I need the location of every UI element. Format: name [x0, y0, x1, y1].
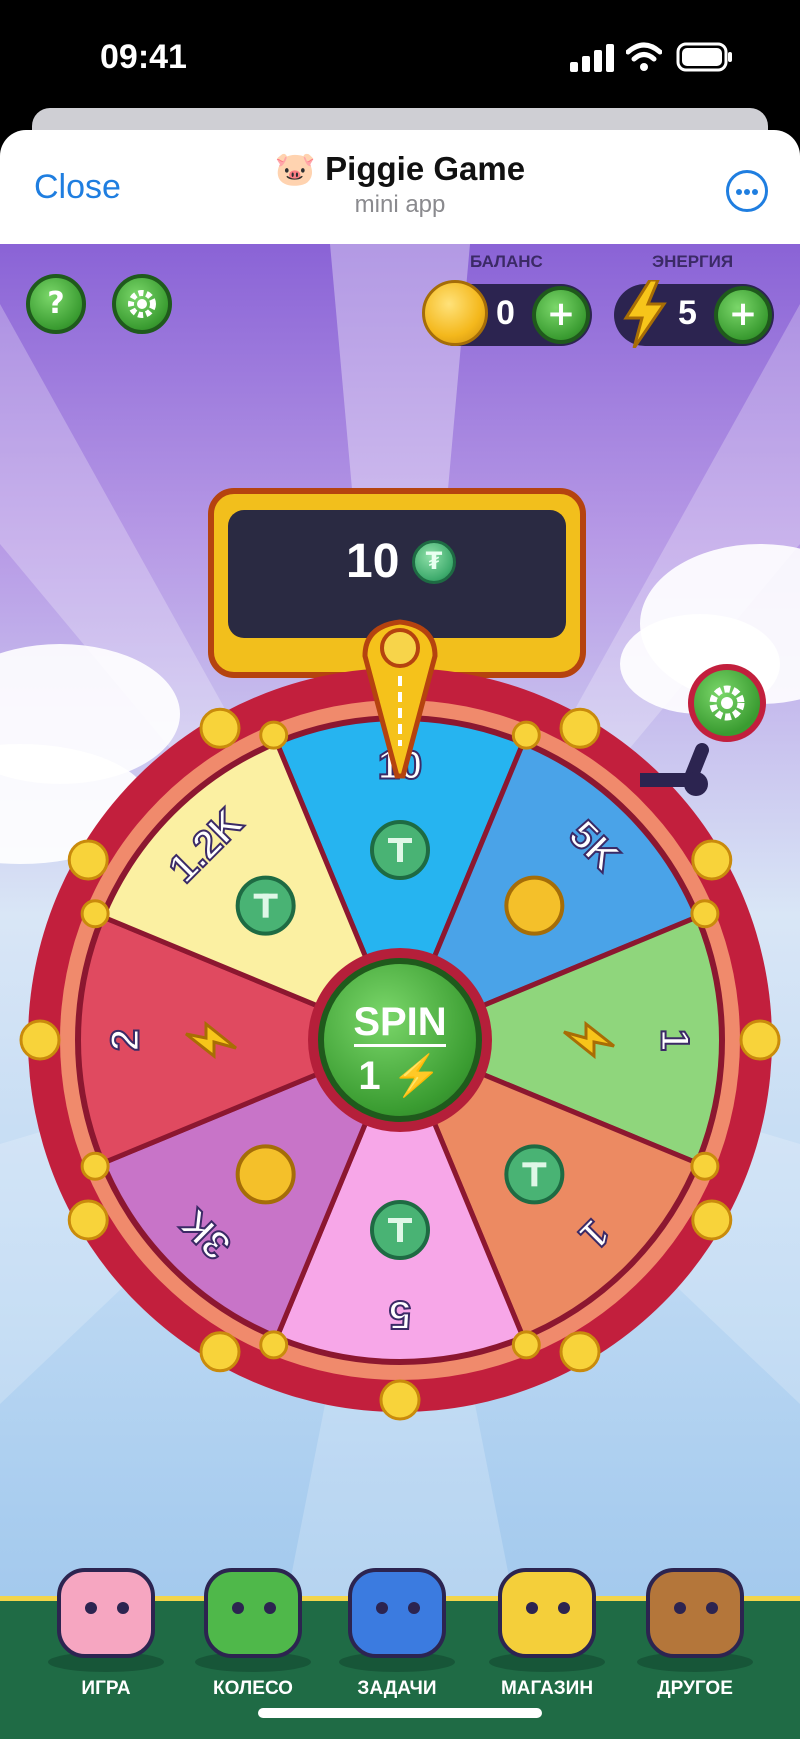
wifi-icon	[626, 42, 662, 71]
gear-icon	[128, 290, 156, 318]
balance-value: 0	[496, 294, 515, 332]
wheel-settings-button[interactable]	[688, 664, 766, 742]
wheel-pointer	[362, 619, 438, 779]
more-dot-icon	[736, 189, 742, 195]
rim-light	[691, 839, 733, 881]
nav-item-3[interactable]	[472, 1532, 622, 1676]
status-bar: 09:41	[0, 0, 800, 110]
nav-item-2[interactable]	[322, 1532, 472, 1676]
divider-light	[511, 720, 541, 750]
tether-mark	[397, 838, 403, 862]
close-button[interactable]: Close	[34, 168, 121, 207]
nav-item-1[interactable]	[178, 1532, 328, 1676]
spin-cost: 1 ⚡	[358, 1054, 442, 1098]
more-dot-icon	[744, 189, 750, 195]
nav-label: КОЛЕСО	[213, 1678, 293, 1699]
wheel-segment-label: 2	[104, 1029, 148, 1051]
wheel-segment-label: 5	[389, 1292, 411, 1336]
add-energy-button[interactable]: +	[714, 286, 772, 344]
rim-light	[739, 1019, 781, 1061]
spin-button[interactable]: SPIN 1 ⚡	[318, 958, 482, 1122]
balance-label: БАЛАНС	[470, 252, 543, 271]
tether-icon: ₮	[412, 540, 456, 584]
pig-emoji-icon: 🐷	[274, 150, 316, 187]
coin-icon	[235, 1144, 296, 1205]
rim-light	[559, 1331, 601, 1373]
energy-label: ЭНЕРГИЯ	[652, 252, 734, 271]
rim-light	[691, 1199, 733, 1241]
nav-label: МАГАЗИН	[500, 1678, 594, 1699]
lightning-icon: ⚡	[380, 1054, 442, 1098]
status-time: 09:41	[100, 38, 187, 76]
app-title-block: 🐷 Piggie Game mini app	[200, 150, 600, 219]
nav-label: ЗАДАЧИ	[357, 1678, 437, 1699]
rim-light	[67, 1199, 109, 1241]
nav-item-4[interactable]	[620, 1532, 770, 1676]
rim-light	[67, 839, 109, 881]
home-indicator	[258, 1708, 542, 1718]
divider-light	[690, 1151, 720, 1181]
divider-light	[690, 899, 720, 929]
app-title: 🐷 Piggie Game	[274, 150, 526, 187]
divider-light	[80, 899, 110, 929]
prize-value: 10	[346, 535, 400, 588]
battery-icon	[676, 42, 732, 72]
piggy-bank-icon	[48, 1568, 164, 1672]
spin-divider	[354, 1044, 446, 1047]
divider-light	[511, 1330, 541, 1360]
rim-light	[19, 1019, 61, 1061]
wheel-segment-label: 1	[652, 1029, 696, 1051]
tether-mark	[262, 893, 269, 918]
nav-label: ДРУГОЕ	[657, 1678, 733, 1699]
coin-icon	[504, 875, 565, 936]
more-options-button[interactable]	[726, 170, 768, 212]
tether-mark	[531, 1162, 538, 1187]
add-balance-button[interactable]: +	[532, 286, 590, 344]
app-subtitle: mini app	[354, 191, 446, 218]
piggy-coin-icon	[422, 280, 488, 346]
tether-mark	[397, 1218, 403, 1242]
gear-icon	[709, 685, 745, 721]
rim-light	[379, 1379, 421, 1421]
signal-icon	[570, 44, 614, 72]
clipboard-icon	[339, 1568, 455, 1672]
lightning-icon	[623, 280, 667, 348]
more-dot-icon	[752, 189, 758, 195]
nav-label: ИГРА	[81, 1678, 131, 1699]
plus-icon: +	[728, 294, 758, 334]
rim-light	[199, 707, 241, 749]
spin-label: SPIN	[353, 1000, 447, 1044]
plus-icon: +	[546, 294, 576, 334]
help-button[interactable]: ?	[26, 274, 86, 334]
cash-register-icon	[489, 1568, 605, 1672]
energy-value: 5	[678, 294, 697, 332]
settings-button[interactable]	[112, 274, 172, 334]
rim-light	[199, 1331, 241, 1373]
divider-light	[259, 1330, 289, 1360]
toy-box-icon	[637, 1568, 753, 1672]
divider-light	[259, 720, 289, 750]
nav-item-0[interactable]	[31, 1532, 181, 1676]
rim-light	[559, 707, 601, 749]
clover-icon	[195, 1568, 311, 1672]
wheel-crank	[640, 743, 709, 796]
divider-light	[80, 1151, 110, 1181]
